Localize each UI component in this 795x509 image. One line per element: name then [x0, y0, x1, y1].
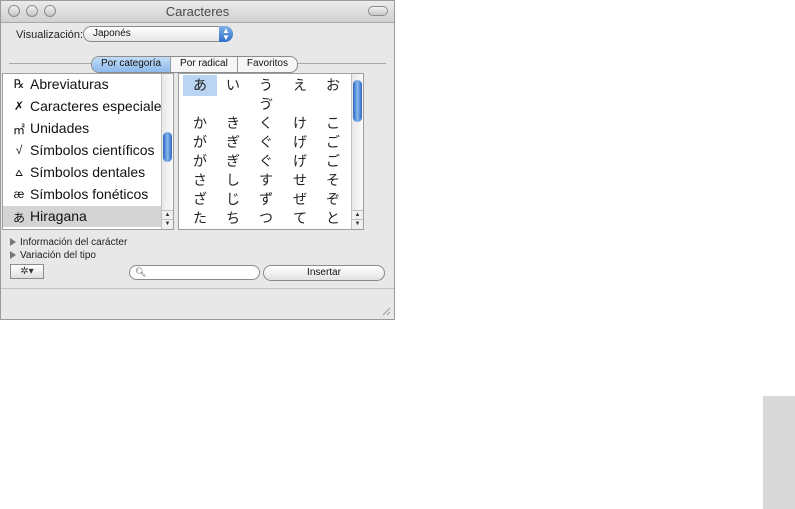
- character-cell[interactable]: あ: [183, 75, 217, 96]
- title-bar[interactable]: Caracteres: [1, 1, 394, 23]
- scroll-thumb[interactable]: [163, 132, 172, 162]
- background-panel: [763, 396, 795, 509]
- category-label: Símbolos fonéticos: [30, 186, 149, 202]
- view-label: Visualización:: [16, 29, 84, 41]
- character-cell[interactable]: か: [183, 113, 217, 134]
- category-item[interactable]: √ Símbolos científicos: [3, 140, 163, 161]
- category-label: Abreviaturas: [30, 76, 109, 92]
- units-icon: ㎡: [12, 123, 25, 137]
- category-item-selected[interactable]: あ Hiragana: [3, 206, 163, 227]
- character-cell[interactable]: す: [249, 170, 283, 191]
- character-cell[interactable]: さ: [183, 170, 217, 191]
- insert-button[interactable]: Insertar: [263, 265, 385, 281]
- special-characters-icon: ✗: [13, 99, 25, 113]
- character-cell[interactable]: じ: [216, 189, 250, 210]
- character-palette-window: Caracteres Visualización: Japonés ▲ ▼ Por…: [0, 0, 395, 320]
- character-grid[interactable]: あいうえおゔかきくけこがぎぐげごがぎぐげごさしすせそざじずぜぞたちつてと ▲ ▼: [178, 73, 364, 230]
- character-cell[interactable]: ぎ: [216, 132, 250, 153]
- character-cell[interactable]: と: [316, 208, 350, 229]
- tab-por-radical[interactable]: Por radical: [171, 57, 238, 72]
- resize-grip-icon[interactable]: [381, 306, 391, 316]
- search-field[interactable]: 🔍︎: [129, 265, 260, 280]
- character-scrollbar[interactable]: ▲ ▼: [351, 74, 363, 229]
- hiragana-icon: あ: [12, 211, 25, 225]
- character-cell[interactable]: せ: [283, 170, 317, 191]
- gear-icon: ✲▾: [20, 266, 34, 277]
- character-info-disclosure[interactable]: Información del carácter: [10, 237, 127, 248]
- scroll-down-arrow-icon[interactable]: ▼: [162, 219, 173, 229]
- action-menu-button[interactable]: ✲▾: [10, 264, 44, 279]
- category-label: Símbolos científicos: [30, 142, 155, 158]
- tab-por-categoria[interactable]: Por categoría: [92, 57, 172, 72]
- character-cell[interactable]: ゔ: [249, 94, 283, 115]
- category-label: Unidades: [30, 120, 90, 136]
- category-item[interactable]: ℞ Abreviaturas: [3, 74, 163, 95]
- character-cell[interactable]: ず: [249, 189, 283, 210]
- disclosure-label: Variación del tipo: [20, 250, 96, 261]
- character-cell[interactable]: [183, 94, 217, 115]
- disclosure-label: Información del carácter: [20, 237, 128, 248]
- view-popup-value: Japonés: [93, 28, 131, 39]
- character-cell[interactable]: た: [183, 208, 217, 229]
- character-cell[interactable]: こ: [316, 113, 350, 134]
- character-cell[interactable]: く: [249, 113, 283, 134]
- disclosure-triangle-icon: [10, 251, 16, 259]
- character-cell[interactable]: ぜ: [283, 189, 317, 210]
- character-cell[interactable]: て: [283, 208, 317, 229]
- character-cell[interactable]: [216, 94, 250, 115]
- category-list[interactable]: ℞ Abreviaturas ✗ Caracteres especiales ㎡…: [2, 73, 174, 230]
- category-scrollbar[interactable]: ▲ ▼: [161, 74, 173, 229]
- character-cell[interactable]: き: [216, 113, 250, 134]
- character-cell[interactable]: ち: [216, 208, 250, 229]
- tab-favoritos[interactable]: Favoritos: [238, 57, 297, 72]
- character-cell[interactable]: [316, 94, 350, 115]
- search-input[interactable]: [146, 267, 251, 278]
- footer-divider: [1, 288, 394, 289]
- toolbar-toggle-button[interactable]: [368, 6, 388, 16]
- character-cell[interactable]: ざ: [183, 189, 217, 210]
- character-cell[interactable]: い: [216, 75, 250, 96]
- search-icon: 🔍︎: [135, 267, 147, 277]
- character-cell[interactable]: ぐ: [249, 132, 283, 153]
- tab-bar: Por categoría Por radical Favoritos: [91, 56, 298, 73]
- character-cell[interactable]: え: [283, 75, 317, 96]
- abbreviation-icon: ℞: [13, 77, 25, 91]
- character-cell[interactable]: ぎ: [216, 151, 250, 172]
- disclosure-triangle-icon: [10, 238, 16, 246]
- category-item[interactable]: ✗ Caracteres especiales: [3, 96, 163, 117]
- character-cell[interactable]: が: [183, 132, 217, 153]
- character-cell[interactable]: ご: [316, 132, 350, 153]
- phonetic-symbol-icon: æ: [13, 187, 25, 201]
- character-cell[interactable]: ぐ: [249, 151, 283, 172]
- category-label: Hiragana: [30, 208, 87, 224]
- category-item[interactable]: æ Símbolos fonéticos: [3, 184, 163, 205]
- character-cell[interactable]: け: [283, 113, 317, 134]
- character-cell[interactable]: お: [316, 75, 350, 96]
- character-cell[interactable]: が: [183, 151, 217, 172]
- character-cell[interactable]: ぞ: [316, 189, 350, 210]
- square-root-icon: √: [15, 143, 23, 157]
- view-popup[interactable]: Japonés ▲ ▼: [83, 26, 233, 42]
- scroll-thumb[interactable]: [353, 80, 362, 122]
- category-label: Símbolos dentales: [30, 164, 146, 180]
- category-item[interactable]: ⩟ Símbolos dentales: [3, 162, 163, 183]
- scroll-down-arrow-icon[interactable]: ▼: [352, 219, 363, 229]
- category-label: Caracteres especiales: [30, 98, 163, 114]
- character-cell[interactable]: ご: [316, 151, 350, 172]
- character-cell[interactable]: つ: [249, 208, 283, 229]
- window-title: Caracteres: [165, 4, 230, 19]
- character-cell[interactable]: そ: [316, 170, 350, 191]
- character-cell[interactable]: う: [249, 75, 283, 96]
- character-cell[interactable]: げ: [283, 151, 317, 172]
- category-item[interactable]: ㎡ Unidades: [3, 118, 163, 139]
- font-variation-disclosure[interactable]: Variación del tipo: [10, 250, 96, 261]
- character-cell[interactable]: し: [216, 170, 250, 191]
- updown-arrows-icon: ▲ ▼: [219, 26, 233, 42]
- character-cell[interactable]: げ: [283, 132, 317, 153]
- character-cell[interactable]: [283, 94, 317, 115]
- dental-symbol-icon: ⩟: [15, 165, 23, 179]
